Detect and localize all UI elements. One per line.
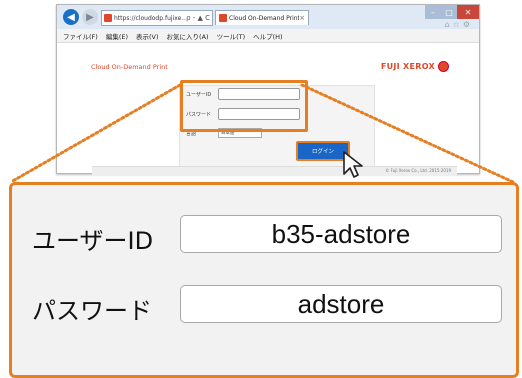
zoom-password-label: パスワード <box>32 297 152 325</box>
zoom-user-id-field[interactable]: b35-adstore <box>180 215 502 253</box>
zoom-user-id-value: b35-adstore <box>271 218 411 249</box>
connector-line-left <box>9 83 182 184</box>
connector-line-right <box>300 83 515 184</box>
zoom-user-id-label: ユーザーID <box>32 227 154 255</box>
zoom-callout: ユーザーID b35-adstore パスワード adstore <box>9 182 519 378</box>
zoom-password-field[interactable]: adstore <box>180 285 502 323</box>
zoom-password-value: adstore <box>297 288 385 319</box>
